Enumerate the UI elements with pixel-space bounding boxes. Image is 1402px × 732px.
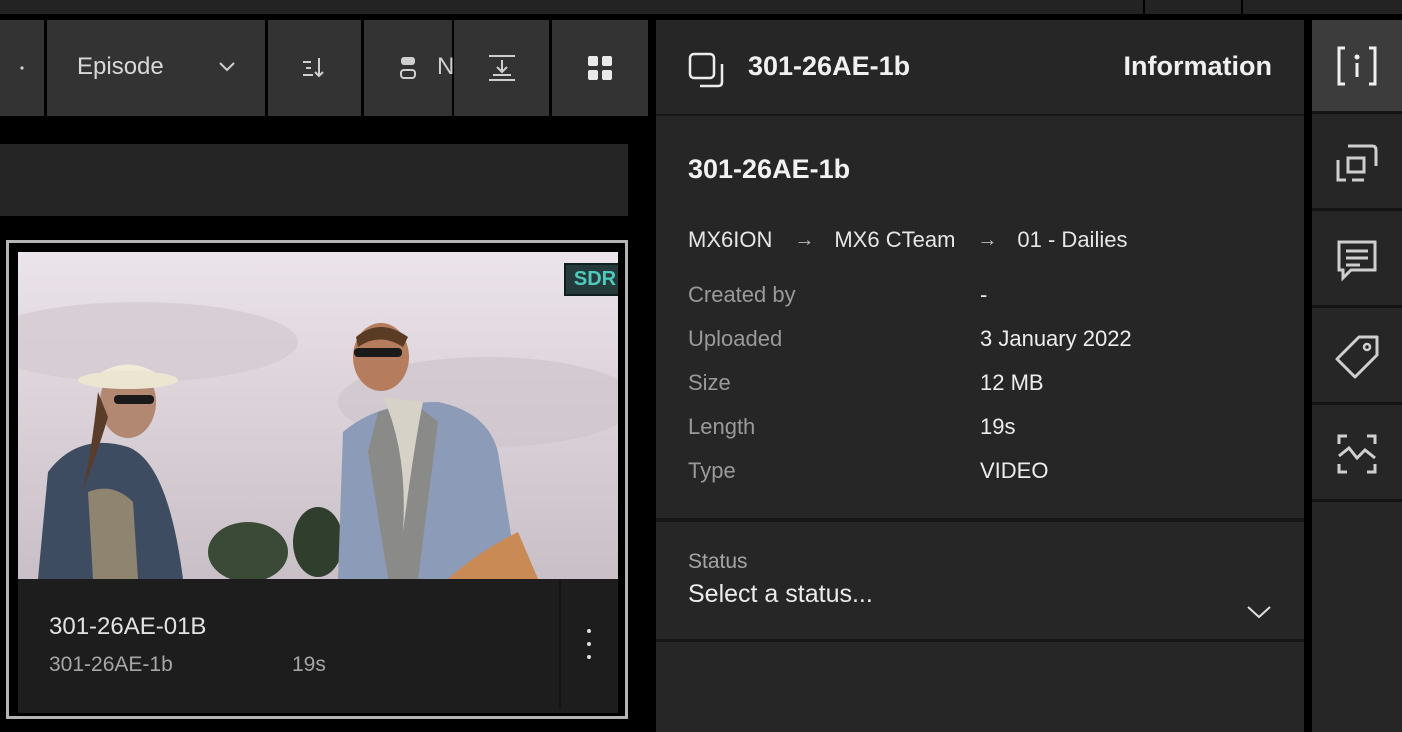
meta-key: Created by [688, 282, 796, 307]
meta-row-created-by: Created by - [688, 282, 1268, 326]
search-bar[interactable] [0, 144, 628, 216]
section-divider [656, 639, 1304, 642]
rail-info-button[interactable] [1312, 20, 1402, 114]
rail-comments-button[interactable] [1312, 214, 1402, 308]
sort-button[interactable] [268, 20, 361, 116]
meta-value: - [980, 282, 988, 307]
comment-icon [1337, 240, 1377, 282]
meta-value: 3 January 2022 [980, 326, 1132, 351]
breadcrumb-team[interactable]: MX6 CTeam [834, 227, 955, 253]
info-icon [1337, 46, 1377, 85]
status-placeholder: Select a status... [688, 580, 873, 608]
fit-height-icon [488, 55, 515, 81]
meta-row-type: Type VIDEO [688, 458, 1268, 502]
meta-row-uploaded: Uploaded 3 January 2022 [688, 326, 1268, 370]
card-title[interactable]: 301-26AE-01B [49, 613, 206, 641]
chevron-down-icon [219, 62, 235, 72]
arrow-right-icon: → [794, 228, 815, 251]
meta-value: VIDEO [980, 458, 1049, 483]
thumbnail-image [18, 252, 618, 579]
view-mode-label: N [437, 53, 455, 80]
dot-icon [20, 66, 24, 70]
frame-icon [1336, 144, 1378, 181]
grid-icon [588, 56, 612, 80]
meta-row-size: Size 12 MB [688, 370, 1268, 414]
top-strip [0, 0, 1402, 14]
meta-key: Type [688, 458, 736, 483]
sdr-badge: SDR [564, 263, 618, 296]
toolbar-overflow-button[interactable] [0, 20, 44, 116]
rail-scan-button[interactable] [1312, 408, 1402, 502]
meta-value: 19s [980, 414, 1016, 439]
right-rail [1312, 20, 1402, 732]
meta-row-length: Length 19s [688, 414, 1268, 458]
top-strip-divider [1241, 0, 1243, 14]
rail-frame-button[interactable] [1312, 117, 1402, 211]
tag-icon [1335, 335, 1379, 378]
card-footer: 301-26AE-01B 301-26AE-1b 19s [18, 579, 618, 713]
asset-thumbnail[interactable]: SDR [18, 252, 618, 579]
card-divider [559, 579, 561, 709]
fit-button[interactable] [454, 20, 549, 116]
top-strip-divider [1143, 0, 1145, 14]
card-length: 19s [292, 653, 326, 676]
breadcrumb-project[interactable]: MX6ION [688, 227, 772, 253]
arrow-right-icon: → [977, 228, 998, 251]
grid-view-button[interactable] [552, 20, 648, 116]
breadcrumb-folder[interactable]: 01 - Dailies [1017, 227, 1127, 253]
meta-key: Size [688, 370, 731, 395]
toolbar: Episode N [0, 20, 648, 116]
sort-icon [302, 58, 324, 78]
asset-copy-icon [688, 52, 724, 88]
status-label: Status [688, 550, 748, 573]
metadata-list: Created by - Uploaded 3 January 2022 Siz… [688, 282, 1268, 502]
meta-key: Uploaded [688, 326, 783, 351]
card-filename: 301-26AE-1b [49, 653, 173, 676]
chevron-down-icon [1247, 606, 1271, 619]
status-select[interactable]: Select a status... [688, 580, 1272, 630]
information-panel: 301-26AE-1b Information 301-26AE-1b MX6I… [656, 20, 1304, 732]
more-options-icon[interactable] [577, 629, 601, 659]
meta-value: 12 MB [980, 370, 1044, 395]
asset-card[interactable]: SDR 301-26AE-01B 301-26AE-1b 19s [6, 240, 628, 719]
scan-icon [1337, 434, 1377, 473]
group-by-dropdown[interactable]: Episode [47, 20, 265, 116]
group-by-value: Episode [77, 53, 164, 80]
section-divider [656, 518, 1304, 522]
header-panel-label: Information [1123, 51, 1273, 81]
toggle-icon [400, 57, 416, 79]
meta-key: Length [688, 414, 756, 439]
header-asset-title: 301-26AE-1b [748, 51, 911, 81]
view-mode-button[interactable]: N [364, 20, 455, 116]
asset-name: 301-26AE-1b [688, 154, 851, 184]
info-header: 301-26AE-1b Information [656, 20, 1304, 116]
rail-tags-button[interactable] [1312, 311, 1402, 405]
breadcrumb: MX6ION → MX6 CTeam → 01 - Dailies [688, 225, 1127, 255]
